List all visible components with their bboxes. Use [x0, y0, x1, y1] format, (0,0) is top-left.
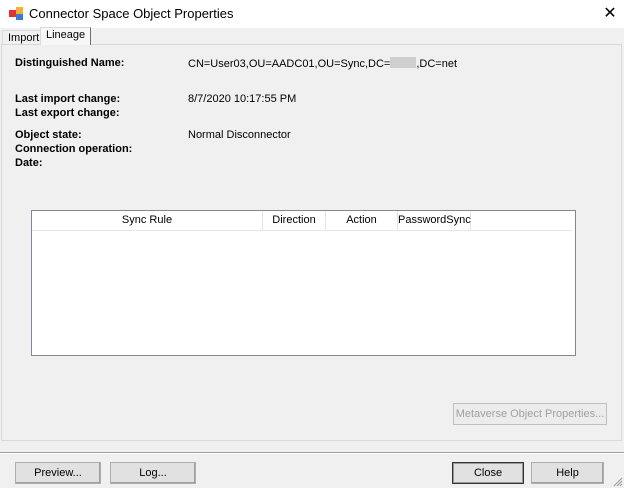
- dn-prefix: CN=User03,OU=AADC01,OU=Sync,DC=: [188, 58, 391, 70]
- close-icon[interactable]: ✕: [600, 3, 620, 23]
- column-direction[interactable]: Direction: [263, 211, 326, 231]
- help-button[interactable]: Help: [531, 462, 604, 484]
- metaverse-object-properties-button[interactable]: Metaverse Object Properties...: [453, 403, 607, 425]
- column-sync-rule[interactable]: Sync Rule: [32, 211, 263, 231]
- preview-button[interactable]: Preview...: [15, 462, 101, 484]
- log-button[interactable]: Log...: [110, 462, 196, 484]
- tab-import[interactable]: Import: [2, 30, 46, 45]
- date-label: Date:: [15, 157, 43, 169]
- object-state-label: Object state:: [15, 129, 82, 141]
- sync-rule-grid[interactable]: Sync Rule Direction Action PasswordSync: [31, 210, 576, 356]
- last-export-label: Last export change:: [15, 107, 120, 119]
- app-icon: [9, 7, 23, 20]
- last-import-value: 8/7/2020 10:17:55 PM: [188, 93, 297, 105]
- close-button[interactable]: Close: [452, 462, 524, 484]
- column-passwordsync[interactable]: PasswordSync: [398, 211, 471, 231]
- column-filler: [471, 211, 572, 231]
- redacted-block: [390, 57, 417, 68]
- dn-value: CN=User03,OU=AADC01,OU=Sync,DC= ,DC=net: [188, 57, 457, 70]
- connection-operation-label: Connection operation:: [15, 143, 133, 155]
- window-title: Connector Space Object Properties: [29, 6, 234, 21]
- separator: [0, 452, 624, 454]
- object-state-value: Normal Disconnector: [188, 129, 291, 141]
- dn-suffix: ,DC=net: [416, 58, 458, 70]
- last-import-label: Last import change:: [15, 93, 121, 105]
- resize-grip-icon[interactable]: [612, 476, 623, 487]
- column-action[interactable]: Action: [326, 211, 398, 231]
- tab-lineage[interactable]: Lineage: [40, 27, 92, 45]
- dn-label: Distinguished Name:: [15, 57, 125, 69]
